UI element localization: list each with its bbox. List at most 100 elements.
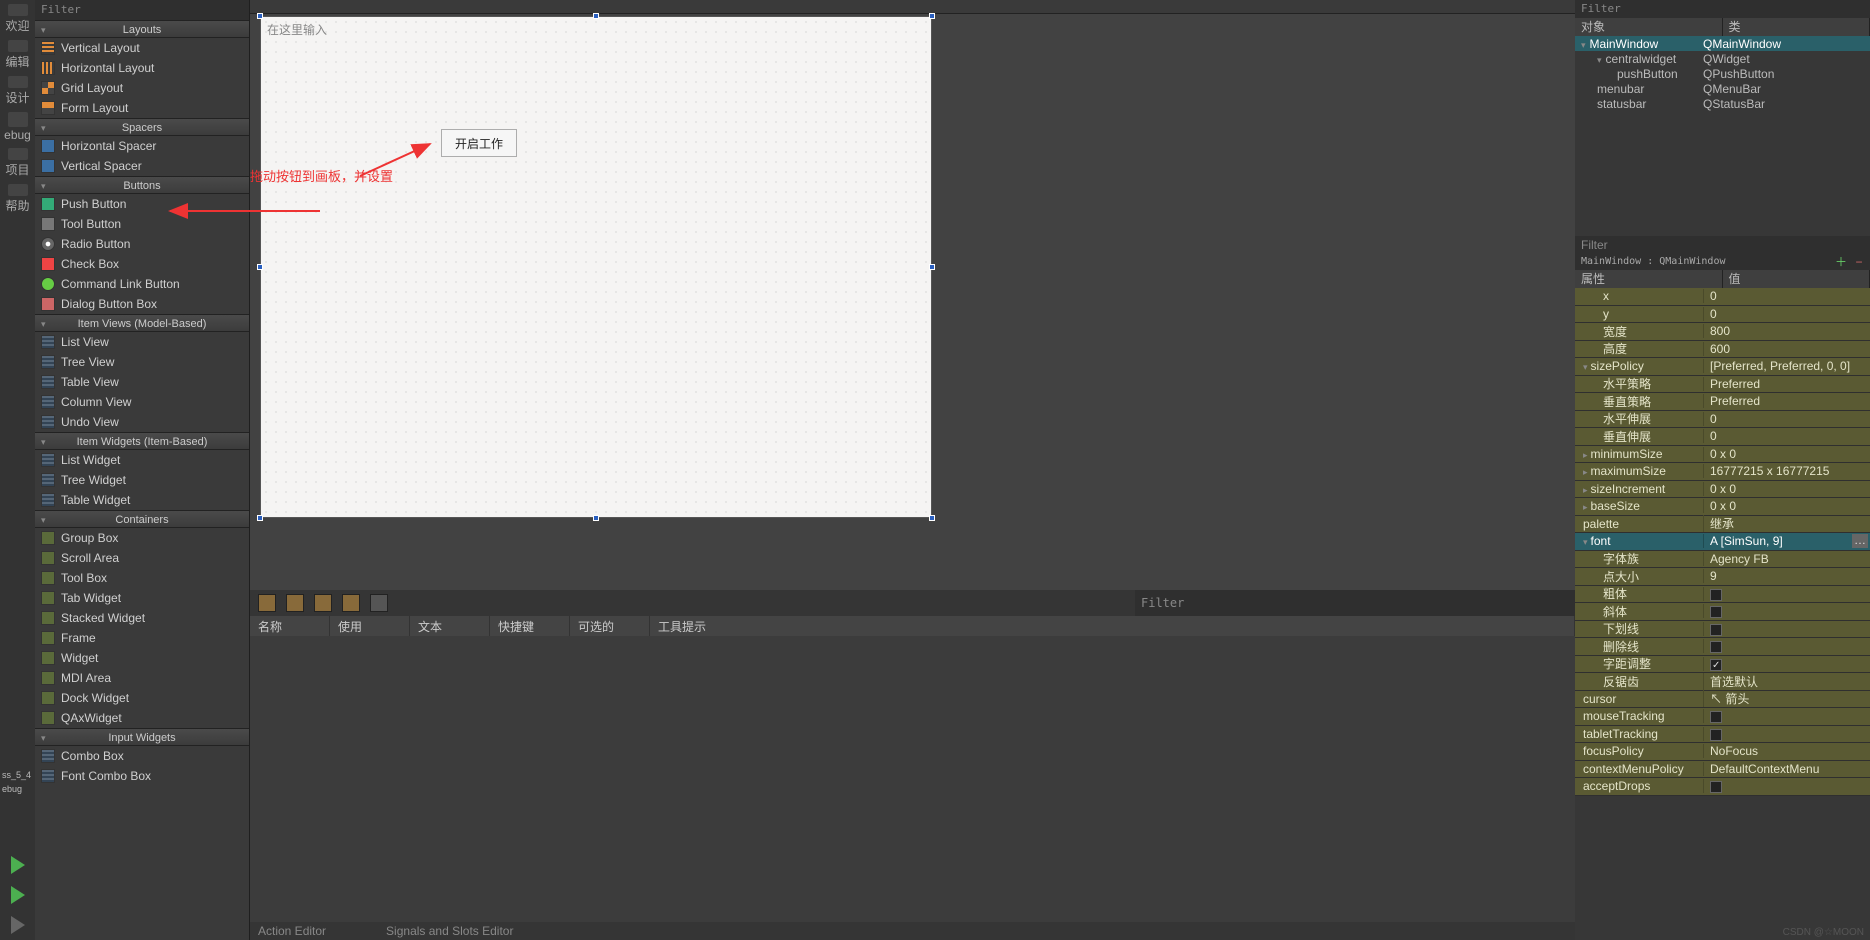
property-filter[interactable]: Filter ＋ − xyxy=(1575,236,1870,254)
col-value[interactable]: 值 xyxy=(1723,270,1870,288)
col-used[interactable]: 使用 xyxy=(330,616,410,636)
property-row[interactable]: ▾fontA [SimSun, 9]… xyxy=(1575,533,1870,551)
object-inspector-filter[interactable]: Filter xyxy=(1575,0,1870,18)
property-row[interactable]: 下划线 xyxy=(1575,621,1870,639)
checkbox-icon[interactable] xyxy=(1710,589,1722,601)
widget-item[interactable]: Radio Button xyxy=(35,234,249,254)
push-button-widget[interactable]: 开启工作 xyxy=(441,129,517,157)
action-editor-body[interactable] xyxy=(250,636,1575,922)
property-row[interactable]: tabletTracking xyxy=(1575,726,1870,744)
property-row[interactable]: 点大小9 xyxy=(1575,568,1870,586)
new-action-icon[interactable] xyxy=(258,594,276,612)
property-editor[interactable]: x0y0宽度800高度600▾sizePolicy[Preferred, Pre… xyxy=(1575,288,1870,940)
widget-item[interactable]: Combo Box xyxy=(35,746,249,766)
form-canvas[interactable]: 在这里输入 开启工作 xyxy=(260,16,932,518)
property-row[interactable]: ▸maximumSize16777215 x 16777215 xyxy=(1575,463,1870,481)
property-row[interactable]: ▾sizePolicy[Preferred, Preferred, 0, 0] xyxy=(1575,358,1870,376)
mode-edit[interactable]: 编辑 xyxy=(3,40,33,70)
checkbox-icon[interactable] xyxy=(1710,711,1722,723)
resize-handle[interactable] xyxy=(257,515,263,521)
remove-dynamic-prop-icon[interactable]: − xyxy=(1852,255,1866,269)
widget-item[interactable]: List View xyxy=(35,332,249,352)
property-row[interactable]: 反锯齿首选默认 xyxy=(1575,673,1870,691)
copy-action-icon[interactable] xyxy=(286,594,304,612)
widget-item[interactable]: Form Layout xyxy=(35,98,249,118)
mode-projects[interactable]: 项目 xyxy=(3,148,33,178)
resize-handle[interactable] xyxy=(929,264,935,270)
mode-help[interactable]: 帮助 xyxy=(3,184,33,214)
object-inspector[interactable]: ▾MainWindowQMainWindow▾centralwidgetQWid… xyxy=(1575,36,1870,236)
property-row[interactable]: 斜体 xyxy=(1575,603,1870,621)
widget-item[interactable]: Group Box xyxy=(35,528,249,548)
property-row[interactable]: x0 xyxy=(1575,288,1870,306)
resize-handle[interactable] xyxy=(593,13,599,19)
widget-item[interactable]: Tool Button xyxy=(35,214,249,234)
add-dynamic-prop-icon[interactable]: ＋ xyxy=(1834,255,1848,269)
mode-design[interactable]: 设计 xyxy=(3,76,33,106)
widget-category[interactable]: Containers xyxy=(35,510,249,528)
property-row[interactable]: y0 xyxy=(1575,306,1870,324)
widgetbox-filter[interactable]: Filter xyxy=(35,0,249,20)
checkbox-icon[interactable] xyxy=(1710,781,1722,793)
menubar-placeholder[interactable]: 在这里输入 xyxy=(267,21,327,38)
widget-item[interactable]: Widget xyxy=(35,648,249,668)
delete-action-icon[interactable] xyxy=(342,594,360,612)
checkbox-icon[interactable] xyxy=(1710,624,1722,636)
run-debug-button[interactable] xyxy=(11,886,25,904)
property-row[interactable]: 高度600 xyxy=(1575,341,1870,359)
col-text[interactable]: 文本 xyxy=(410,616,490,636)
col-prop[interactable]: 属性 xyxy=(1575,270,1723,288)
widget-category[interactable]: Input Widgets xyxy=(35,728,249,746)
checkbox-icon[interactable] xyxy=(1710,606,1722,618)
checkbox-icon[interactable] xyxy=(1710,729,1722,741)
widget-item[interactable]: Table View xyxy=(35,372,249,392)
widget-item[interactable]: QAxWidget xyxy=(35,708,249,728)
resize-handle[interactable] xyxy=(257,13,263,19)
resize-handle[interactable] xyxy=(929,515,935,521)
widget-item[interactable]: Dock Widget xyxy=(35,688,249,708)
widget-item[interactable]: Dialog Button Box xyxy=(35,294,249,314)
widget-item[interactable]: Push Button xyxy=(35,194,249,214)
widget-item[interactable]: MDI Area xyxy=(35,668,249,688)
property-row[interactable]: 垂直策略Preferred xyxy=(1575,393,1870,411)
kit-selector[interactable]: ss_5_4 xyxy=(2,770,31,780)
resize-handle[interactable] xyxy=(593,515,599,521)
widget-item[interactable]: Check Box xyxy=(35,254,249,274)
col-object[interactable]: 对象 xyxy=(1575,18,1723,36)
widget-item[interactable]: Tool Box xyxy=(35,568,249,588)
widget-category[interactable]: Item Widgets (Item-Based) xyxy=(35,432,249,450)
widget-item[interactable]: Tree Widget xyxy=(35,470,249,490)
ellipsis-button[interactable]: … xyxy=(1852,534,1868,548)
widget-item[interactable]: Frame xyxy=(35,628,249,648)
widget-category[interactable]: Layouts xyxy=(35,20,249,38)
property-row[interactable]: ▸minimumSize0 x 0 xyxy=(1575,446,1870,464)
property-row[interactable]: mouseTracking xyxy=(1575,708,1870,726)
action-filter[interactable]: Filter xyxy=(1135,590,1575,616)
property-row[interactable]: ▸baseSize0 x 0 xyxy=(1575,498,1870,516)
object-row[interactable]: ▾MainWindowQMainWindow xyxy=(1575,36,1870,51)
widget-category[interactable]: Item Views (Model-Based) xyxy=(35,314,249,332)
build-button[interactable] xyxy=(11,916,25,934)
widget-item[interactable]: Font Combo Box xyxy=(35,766,249,786)
widget-category[interactable]: Buttons xyxy=(35,176,249,194)
col-checkable[interactable]: 可选的 xyxy=(570,616,650,636)
widget-item[interactable]: List Widget xyxy=(35,450,249,470)
checkbox-icon[interactable] xyxy=(1710,641,1722,653)
widget-item[interactable]: Scroll Area xyxy=(35,548,249,568)
widget-item[interactable]: Horizontal Spacer xyxy=(35,136,249,156)
tab-signals-slots[interactable]: Signals and Slots Editor xyxy=(386,924,513,938)
property-row[interactable]: 水平策略Preferred xyxy=(1575,376,1870,394)
widget-category[interactable]: Spacers xyxy=(35,118,249,136)
resize-handle[interactable] xyxy=(257,264,263,270)
mode-welcome[interactable]: 欢迎 xyxy=(3,4,33,34)
object-row[interactable]: pushButtonQPushButton xyxy=(1575,66,1870,81)
widget-item[interactable]: Grid Layout xyxy=(35,78,249,98)
property-row[interactable]: 宽度800 xyxy=(1575,323,1870,341)
col-tooltip[interactable]: 工具提示 xyxy=(650,616,1575,636)
col-shortcut[interactable]: 快捷键 xyxy=(490,616,570,636)
property-row[interactable]: cursor↖ 箭头 xyxy=(1575,691,1870,709)
widget-item[interactable]: Table Widget xyxy=(35,490,249,510)
property-row[interactable]: 字距调整 xyxy=(1575,656,1870,674)
configure-action-icon[interactable] xyxy=(370,594,388,612)
widget-item[interactable]: Command Link Button xyxy=(35,274,249,294)
